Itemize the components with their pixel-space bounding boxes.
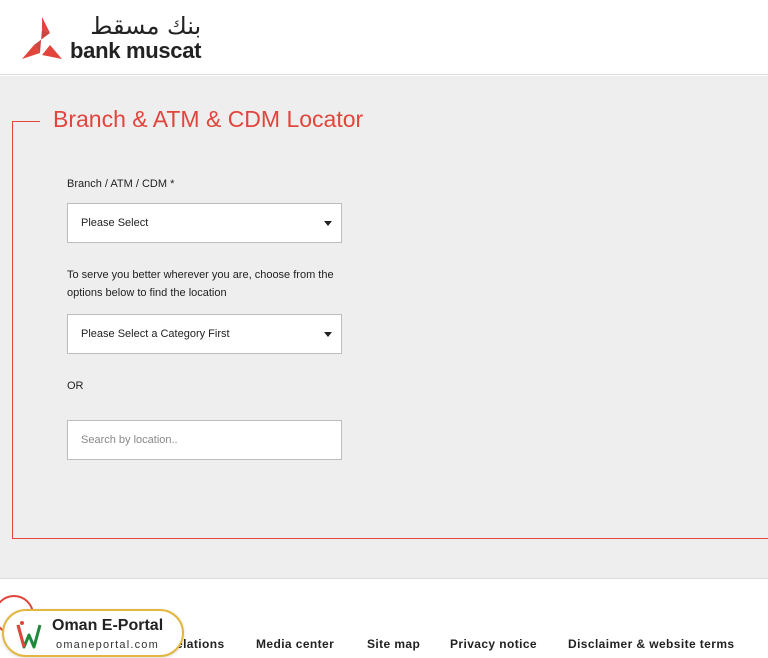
oman-eportal-logo-icon	[16, 621, 42, 649]
category-select-value: Please Select a Category First	[81, 328, 230, 340]
helper-text: To serve you better wherever you are, ch…	[67, 269, 334, 299]
location-search-input[interactable]	[67, 420, 342, 460]
badge-subtitle: omaneportal.com	[56, 639, 159, 651]
type-select-label: Branch / ATM / CDM *	[67, 178, 175, 190]
footer-link-relations[interactable]: elations	[176, 637, 225, 651]
type-select-value: Please Select	[81, 217, 149, 229]
badge-title: Oman E-Portal	[52, 617, 164, 634]
frame-border-top	[12, 121, 40, 122]
or-separator: OR	[67, 380, 84, 392]
logo-arabic-text: بنك مسقط	[90, 12, 202, 40]
frame-border-bottom	[12, 538, 768, 539]
locator-section: Branch & ATM & CDM Locator Branch / ATM …	[0, 76, 768, 578]
frame-border-left	[12, 121, 13, 538]
bank-muscat-logo-icon	[22, 17, 62, 59]
footer-link-site-map[interactable]: Site map	[367, 637, 420, 651]
logo-english-text: bank muscat	[70, 38, 202, 63]
bank-muscat-logo[interactable]: بنك مسقط bank muscat	[20, 12, 202, 63]
footer-link-disclaimer[interactable]: Disclaimer & website terms	[568, 637, 734, 651]
oman-eportal-badge[interactable]: Oman E-Portal omaneportal.com	[2, 609, 184, 657]
footer-link-media-center[interactable]: Media center	[256, 637, 334, 651]
category-select[interactable]: Please Select a Category First	[67, 314, 342, 354]
site-header: بنك مسقط bank muscat	[0, 0, 768, 75]
caret-down-icon	[324, 221, 332, 226]
footer-link-privacy-notice[interactable]: Privacy notice	[450, 637, 537, 651]
type-select[interactable]: Please Select	[67, 203, 342, 243]
caret-down-icon	[324, 332, 332, 337]
page-title: Branch & ATM & CDM Locator	[53, 106, 364, 132]
